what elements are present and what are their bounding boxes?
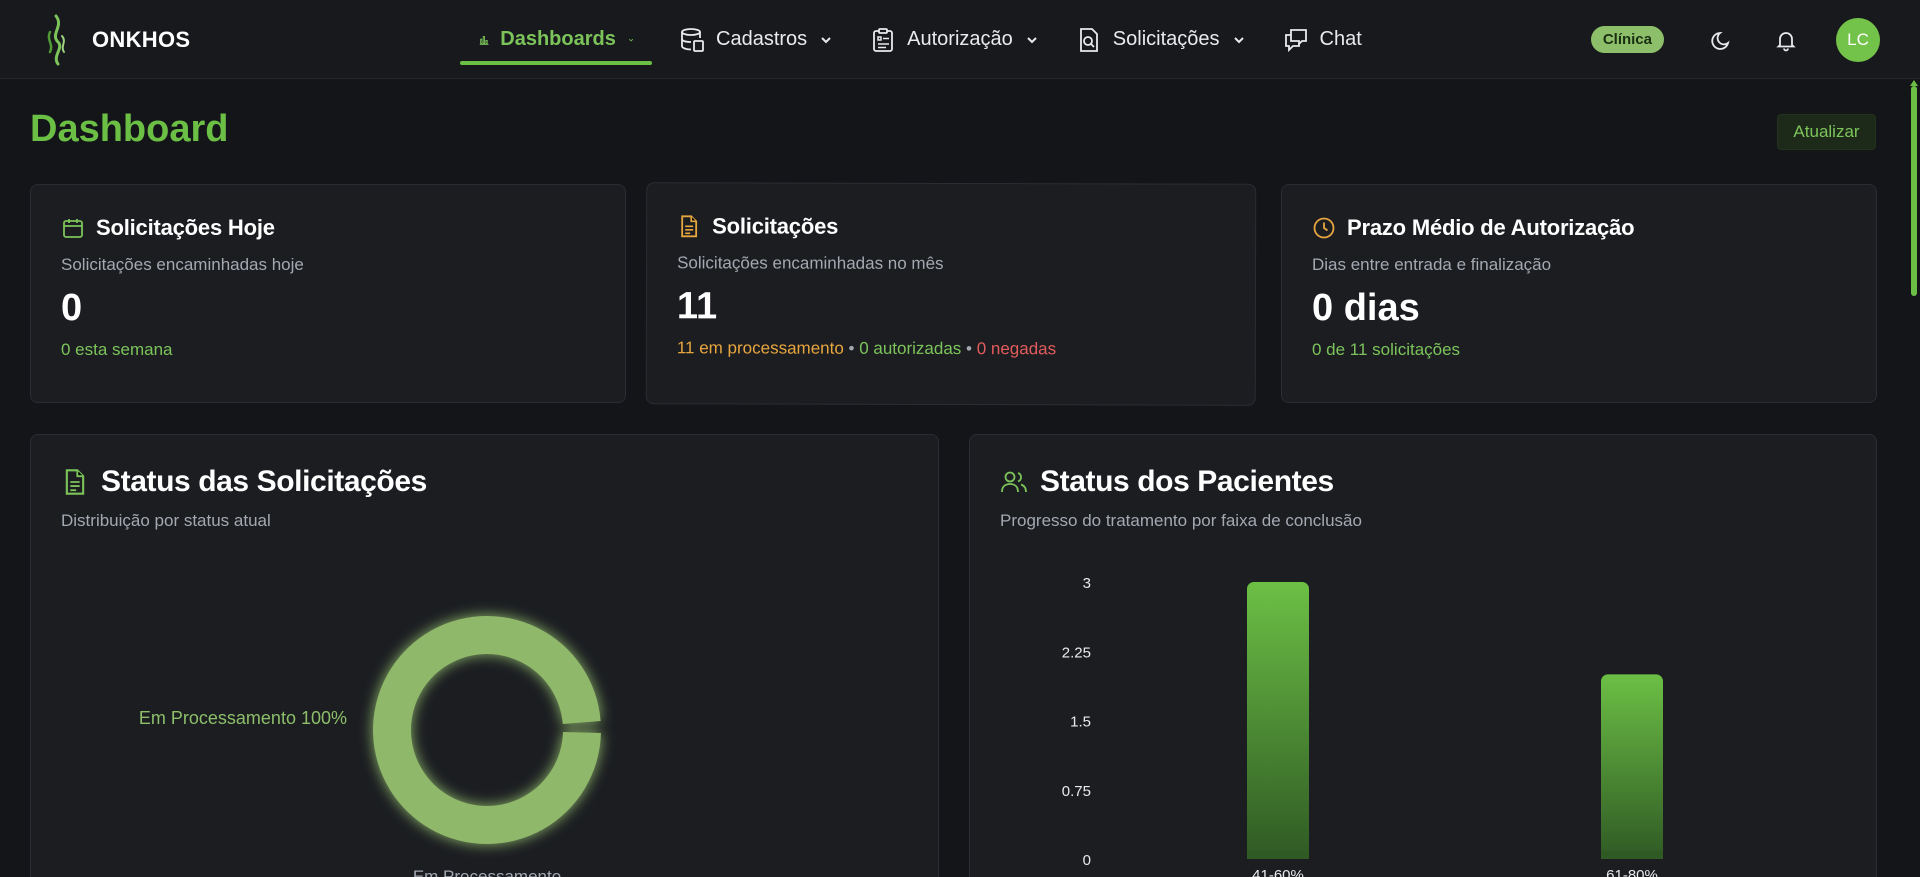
card-footer: 0 de 11 solicitações	[1312, 340, 1461, 359]
card-subtitle: Dias entre entrada e finalização	[1312, 255, 1552, 274]
nav-dashboards-label: Dashboards	[500, 28, 616, 50]
y-tick-label: 2.25	[1062, 644, 1091, 661]
nav-solicitacoes[interactable]: Solicitações	[1057, 0, 1264, 79]
card-footer: 0 esta semana	[61, 340, 173, 359]
denied-count: 0 negadas	[976, 339, 1057, 359]
role-badge: Clínica	[1590, 26, 1664, 53]
calendar-icon	[63, 219, 83, 238]
chevron-down-icon	[1233, 36, 1244, 43]
x-tick-label: 41-60%	[1252, 867, 1304, 877]
donut-chart: Em Processamento 100% Em Processamento	[139, 615, 601, 877]
authorized-count: 0 autorizadas	[859, 338, 962, 359]
database-icon	[681, 27, 704, 52]
chevron-down-icon	[628, 38, 633, 41]
y-tick-label: 0.75	[1062, 783, 1091, 800]
card-subtitle: Solicitações encaminhadas hoje	[61, 255, 304, 274]
panel-request-status: Status das Solicitações Distribuição por…	[30, 434, 939, 877]
chevron-down-icon	[1027, 36, 1037, 43]
y-tick-label: 3	[1083, 575, 1091, 592]
bell-icon[interactable]	[1774, 28, 1798, 52]
card-title: Solicitações Hoje	[96, 215, 275, 240]
nav-cadastros-label: Cadastros	[716, 28, 808, 50]
separator: •	[966, 339, 973, 359]
moon-icon[interactable]	[1710, 28, 1734, 52]
card-value: 11	[676, 285, 718, 328]
document-icon	[681, 215, 698, 238]
page-title: Dashboard	[30, 108, 229, 150]
nav-autorizacao[interactable]: Autorização	[851, 0, 1057, 79]
page-scrollbar[interactable]	[1911, 86, 1917, 296]
card-subtitle: Solicitações encaminhadas no mês	[677, 253, 944, 273]
brand-logo-icon	[47, 14, 65, 66]
nav-chat[interactable]: Chat	[1264, 0, 1380, 79]
bar-chart: 3 2.25 1.5 0.75 0 41-60% 61-80%	[1062, 575, 1663, 877]
bar-chart-icon	[479, 35, 489, 45]
y-tick-label: 1.5	[1070, 714, 1091, 731]
brand-name: ONKHOS	[92, 27, 191, 52]
bar-base	[1601, 851, 1663, 859]
nav-cadastros[interactable]: Cadastros	[660, 0, 851, 79]
card-title: Prazo Médio de Autorização	[1347, 215, 1635, 240]
separator: •	[848, 338, 855, 358]
panel-patient-status: Status dos Pacientes Progresso do tratam…	[969, 434, 1877, 877]
card-footer: 11 em processamento • 0 autorizadas • 0 …	[677, 338, 1225, 359]
chevron-down-icon	[821, 36, 831, 43]
card-value: 0	[61, 287, 83, 329]
brand[interactable]: ONKHOS	[44, 12, 190, 68]
card-value: 0 dias	[1312, 287, 1420, 329]
card-requests-today: Solicitações Hoje Solicitações encaminha…	[30, 184, 626, 403]
x-tick-label: 61-80%	[1606, 867, 1658, 877]
nav-chat-label: Chat	[1319, 28, 1362, 50]
nav-autorizacao-label: Autorização	[907, 28, 1013, 50]
refresh-button[interactable]: Atualizar	[1777, 114, 1876, 150]
top-navbar: ONKHOS Dashboards Cadastros Autorização …	[0, 0, 1920, 79]
nav-solicitacoes-label: Solicitações	[1112, 28, 1220, 50]
chat-icon	[1284, 28, 1307, 52]
nav-dashboards[interactable]: Dashboards	[460, 0, 652, 79]
clipboard-icon	[873, 27, 894, 52]
bar-61-80%[interactable]	[1601, 674, 1663, 859]
card-requests-month: Solicitações Solicitações encaminhadas n…	[645, 182, 1257, 406]
bar-base	[1247, 851, 1309, 859]
document-search-icon	[1079, 27, 1098, 52]
processing-count: 11 em processamento	[676, 338, 844, 358]
card-title: Solicitações	[712, 213, 839, 239]
bar-41-60%[interactable]	[1247, 582, 1309, 859]
legend-label: Em Processamento	[413, 867, 561, 877]
slice-label: Em Processamento 100%	[139, 708, 347, 728]
card-avg-auth-time: Prazo Médio de Autorização Dias entre en…	[1281, 184, 1877, 403]
clock-icon	[1313, 217, 1335, 239]
y-tick-label: 0	[1083, 852, 1091, 869]
main-nav: Dashboards Cadastros Autorização Solicit…	[460, 0, 1380, 79]
header-tools: Clínica LC	[1590, 0, 1880, 79]
user-avatar[interactable]: LC	[1836, 17, 1880, 62]
donut-slice[interactable]	[373, 615, 601, 844]
